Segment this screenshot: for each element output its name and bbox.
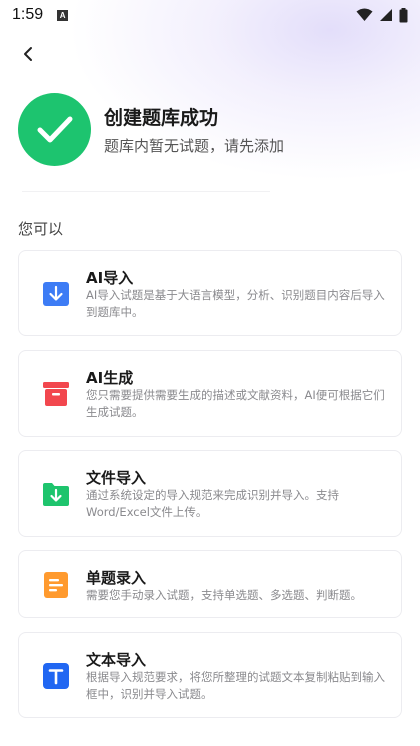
status-time: 1:59 <box>12 6 44 23</box>
option-card-file-import[interactable]: 文件导入 通过系统设定的导入规范来完成识别并导入。支持Word/Excel文件上… <box>18 450 402 537</box>
card-title: 文本导入 <box>86 651 147 669</box>
status-icons <box>356 7 408 23</box>
card-title: 单题录入 <box>86 569 147 587</box>
option-card-ai-generate[interactable]: AI生成 您只需要提供需要生成的描述或文献资料，AI便可根据它们生成试题。 <box>18 350 402 437</box>
card-description: 根据导入规范要求，将您所整理的试题文本复制粘贴到输入框中，识别并导入试题。 <box>86 670 385 701</box>
ai-import-icon <box>43 282 69 306</box>
section-label: 您可以 <box>18 220 64 238</box>
card-description: 您只需要提供需要生成的描述或文献资料，AI便可根据它们生成试题。 <box>86 388 385 419</box>
checkmark-icon <box>37 116 72 142</box>
ai-generate-icon <box>43 382 69 406</box>
success-block: 创建题库成功 题库内暂无试题，请先添加 <box>18 93 402 167</box>
single-entry-icon <box>44 572 68 598</box>
card-description: AI导入试题是基于大语言模型，分析、识别题目内容后导入到题库中。 <box>86 288 385 319</box>
card-title: AI生成 <box>86 369 134 387</box>
card-title: AI导入 <box>86 269 134 287</box>
status-bar: 1:59 A <box>0 0 420 30</box>
card-title: 文件导入 <box>86 469 147 487</box>
signal-icon <box>380 9 392 21</box>
option-card-ai-import[interactable]: AI导入 AI导入试题是基于大语言模型，分析、识别题目内容后导入到题库中。 <box>18 250 402 336</box>
card-description: 通过系统设定的导入规范来完成识别并导入。支持Word/Excel文件上传。 <box>86 488 339 519</box>
battery-icon <box>399 7 408 22</box>
divider <box>22 191 270 192</box>
wifi-icon <box>356 8 373 21</box>
chevron-left-icon <box>24 47 32 61</box>
success-badge <box>18 93 91 166</box>
text-import-icon <box>43 663 69 689</box>
card-description: 需要您手动录入试题，支持单选题、多选题、判断题。 <box>86 588 362 602</box>
option-card-single-entry[interactable]: 单题录入 需要您手动录入试题，支持单选题、多选题、判断题。 <box>18 550 402 618</box>
back-button[interactable] <box>14 40 42 68</box>
option-card-text-import[interactable]: 文本导入 根据导入规范要求，将您所整理的试题文本复制粘贴到输入框中，识别并导入试… <box>18 632 402 718</box>
success-subtitle: 题库内暂无试题，请先添加 <box>104 137 285 155</box>
success-title: 创建题库成功 <box>104 107 219 129</box>
file-import-icon <box>43 483 69 506</box>
notification-badge-icon: A <box>57 9 69 21</box>
